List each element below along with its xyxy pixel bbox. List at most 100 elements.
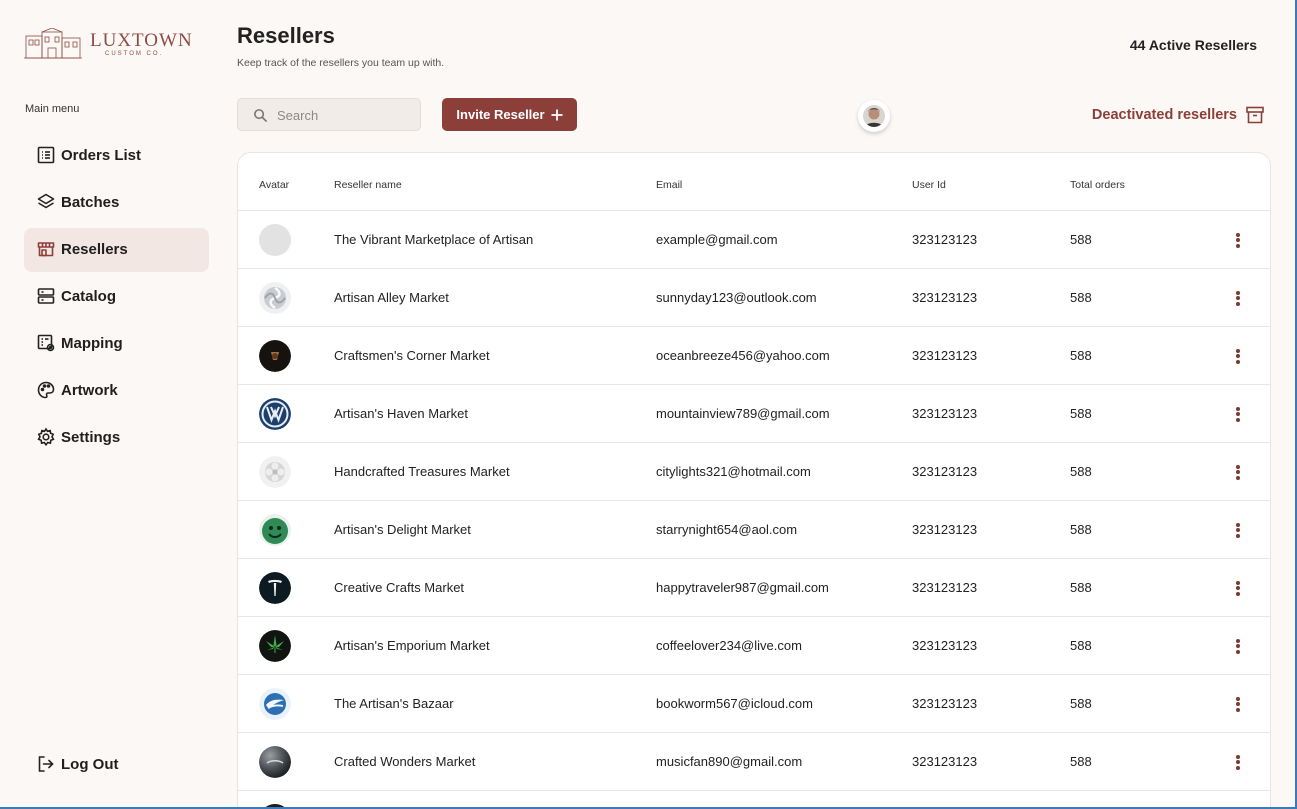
invite-reseller-button[interactable]: Invite Reseller [442,98,577,131]
active-resellers-count: 44 Active Resellers [1129,37,1257,53]
sidebar-item-label: Artwork [61,382,118,399]
reseller-email: citylights321@hotmail.com [656,464,811,479]
sidebar-item-orders-list[interactable]: Orders List [24,134,209,178]
reseller-email: bookworm567@icloud.com [656,696,813,711]
resellers-table: Avatar Reseller name Email User Id Total… [237,152,1271,807]
column-header-email[interactable]: Email [656,179,682,191]
app-window: LUXTOWN CUSTOM CO. Main menu Orders List… [0,0,1297,809]
reseller-user-id: 323123123 [912,522,978,537]
reseller-user-id: 323123123 [912,638,978,653]
reseller-avatar [259,282,291,314]
reseller-total-orders: 588 [1070,464,1092,479]
sidebar-item-catalog[interactable]: Catalog [24,275,209,319]
table-row[interactable]: Creative Crafts Market happytraveler987@… [238,559,1270,617]
brand-logo[interactable]: LUXTOWN CUSTOM CO. [24,28,194,62]
row-menu-icon[interactable] [1230,695,1246,713]
brand-name: LUXTOWN [90,30,193,51]
reseller-total-orders: 588 [1070,232,1092,247]
table-row[interactable]: Artisan's Emporium Market coffeelover234… [238,617,1270,675]
reseller-user-id: 323123123 [912,580,978,595]
table-row[interactable]: Crafted Wonders Market musicfan890@gmail… [238,733,1270,791]
store-icon [37,242,55,257]
reseller-avatar [259,688,291,720]
row-menu-icon[interactable] [1230,637,1246,655]
deactivated-resellers-link[interactable]: Deactivated resellers [1092,104,1265,126]
reseller-name: Artisan Alley Market [334,290,449,305]
page-subtitle: Keep track of the resellers you team up … [237,57,445,69]
sidebar-item-label: Batches [61,194,120,211]
reseller-total-orders: 588 [1070,290,1092,305]
sidebar-item-label: Orders List [61,147,142,164]
list-icon [37,146,55,164]
reseller-total-orders: 588 [1070,696,1092,711]
reseller-name: Artisan's Haven Market [334,406,468,421]
column-header-reseller-name[interactable]: Reseller name [334,179,402,191]
reseller-avatar [259,746,291,778]
row-menu-icon[interactable] [1230,231,1246,249]
sidebar-item-label: Settings [61,429,121,446]
table-row[interactable]: The Artisan's Bazaar bookworm567@icloud.… [238,675,1270,733]
sidebar-item-resellers[interactable]: Resellers [24,228,209,272]
invite-reseller-label: Invite Reseller [456,107,545,122]
brand-tagline: CUSTOM CO. [105,51,164,57]
table-header: Avatar Reseller name Email User Id Total… [238,153,1270,211]
row-menu-icon[interactable] [1230,289,1246,307]
sidebar-item-artwork[interactable]: Artwork [24,369,209,413]
layers-icon [37,193,55,209]
column-header-total-orders[interactable]: Total orders [1070,179,1125,191]
table-row[interactable]: The Vibrant Marketplace of Artisan examp… [238,211,1270,269]
reseller-user-id: 323123123 [912,232,978,247]
reseller-name: Crafted Wonders Market [334,754,476,769]
catalog-icon [37,288,55,304]
table-row[interactable]: Artisan's Delight Market starrynight654@… [238,501,1270,559]
sidebar-item-settings[interactable]: Settings [24,416,209,460]
plus-icon [551,109,563,120]
search-input[interactable] [277,106,417,124]
logout-icon [38,756,54,772]
row-menu-icon[interactable] [1230,347,1246,365]
reseller-avatar [259,630,291,662]
mapping-icon [37,334,55,352]
table-row[interactable]: Craftsmen's Corner Market oceanbreeze456… [238,327,1270,385]
table-row[interactable]: Handcrafted Treasures Market citylights3… [238,443,1270,501]
logout-label: Log Out [61,756,119,773]
search-box[interactable] [237,98,421,131]
reseller-user-id: 323123123 [912,290,978,305]
table-row[interactable]: Artisan's Haven Market mountainview789@g… [238,385,1270,443]
logout-button[interactable]: Log Out [24,743,209,787]
reseller-total-orders: 588 [1070,522,1092,537]
reseller-total-orders: 588 [1070,348,1092,363]
row-menu-icon[interactable] [1230,405,1246,423]
user-photo [863,105,885,127]
storefront-logo-icon [24,28,82,59]
reseller-name: Handcrafted Treasures Market [334,464,510,479]
reseller-avatar [259,398,291,430]
reseller-email: musicfan890@gmail.com [656,754,803,769]
sidebar-item-label: Mapping [61,335,123,352]
reseller-email: mountainview789@gmail.com [656,406,830,421]
row-menu-icon[interactable] [1230,579,1246,597]
row-menu-icon[interactable] [1230,521,1246,539]
user-avatar[interactable] [858,100,890,132]
reseller-avatar [259,572,291,604]
column-header-avatar: Avatar [259,179,290,191]
row-menu-icon[interactable] [1230,463,1246,481]
reseller-email: sunnyday123@outlook.com [656,290,817,305]
reseller-total-orders: 588 [1070,754,1092,769]
sidebar: LUXTOWN CUSTOM CO. Main menu Orders List… [0,0,222,807]
gear-icon [37,427,55,447]
reseller-total-orders: 588 [1070,580,1092,595]
column-header-user-id[interactable]: User Id [912,179,946,191]
row-menu-icon[interactable] [1230,753,1246,771]
table-row[interactable] [238,791,1270,807]
reseller-email: happytraveler987@gmail.com [656,580,829,595]
sidebar-item-mapping[interactable]: Mapping [24,322,209,366]
page-title: Resellers [237,23,335,48]
table-row[interactable]: Artisan Alley Market sunnyday123@outlook… [238,269,1270,327]
reseller-avatar [259,804,291,807]
reseller-avatar [259,340,291,372]
sidebar-item-batches[interactable]: Batches [24,181,209,225]
reseller-user-id: 323123123 [912,406,978,421]
reseller-avatar [259,456,291,488]
reseller-email: oceanbreeze456@yahoo.com [656,348,830,363]
